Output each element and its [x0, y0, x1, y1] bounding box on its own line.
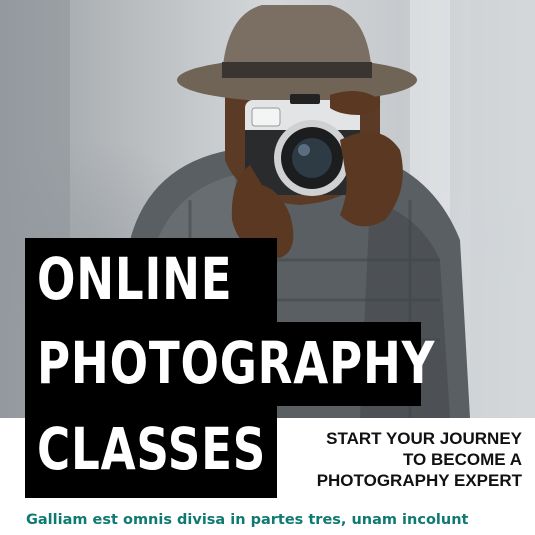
title-text-1: ONLINE	[37, 245, 233, 313]
title-text-2: PHOTOGRAPHY	[37, 329, 436, 397]
subtitle-line-1: START YOUR JOURNEY	[326, 429, 522, 448]
title-line-online: ONLINE	[25, 238, 277, 322]
subtitle-line-3: PHOTOGRAPHY EXPERT	[316, 471, 522, 490]
subtitle: START YOUR JOURNEY TO BECOME A PHOTOGRAP…	[296, 428, 522, 491]
title-line-classes: CLASSES	[25, 406, 277, 498]
body-text: Galliam est omnis divisa in partes tres,…	[26, 512, 469, 528]
title-line-photography: PHOTOGRAPHY	[25, 322, 434, 406]
subtitle-line-2: TO BECOME A	[402, 450, 522, 469]
title-text-3: CLASSES	[37, 415, 267, 483]
